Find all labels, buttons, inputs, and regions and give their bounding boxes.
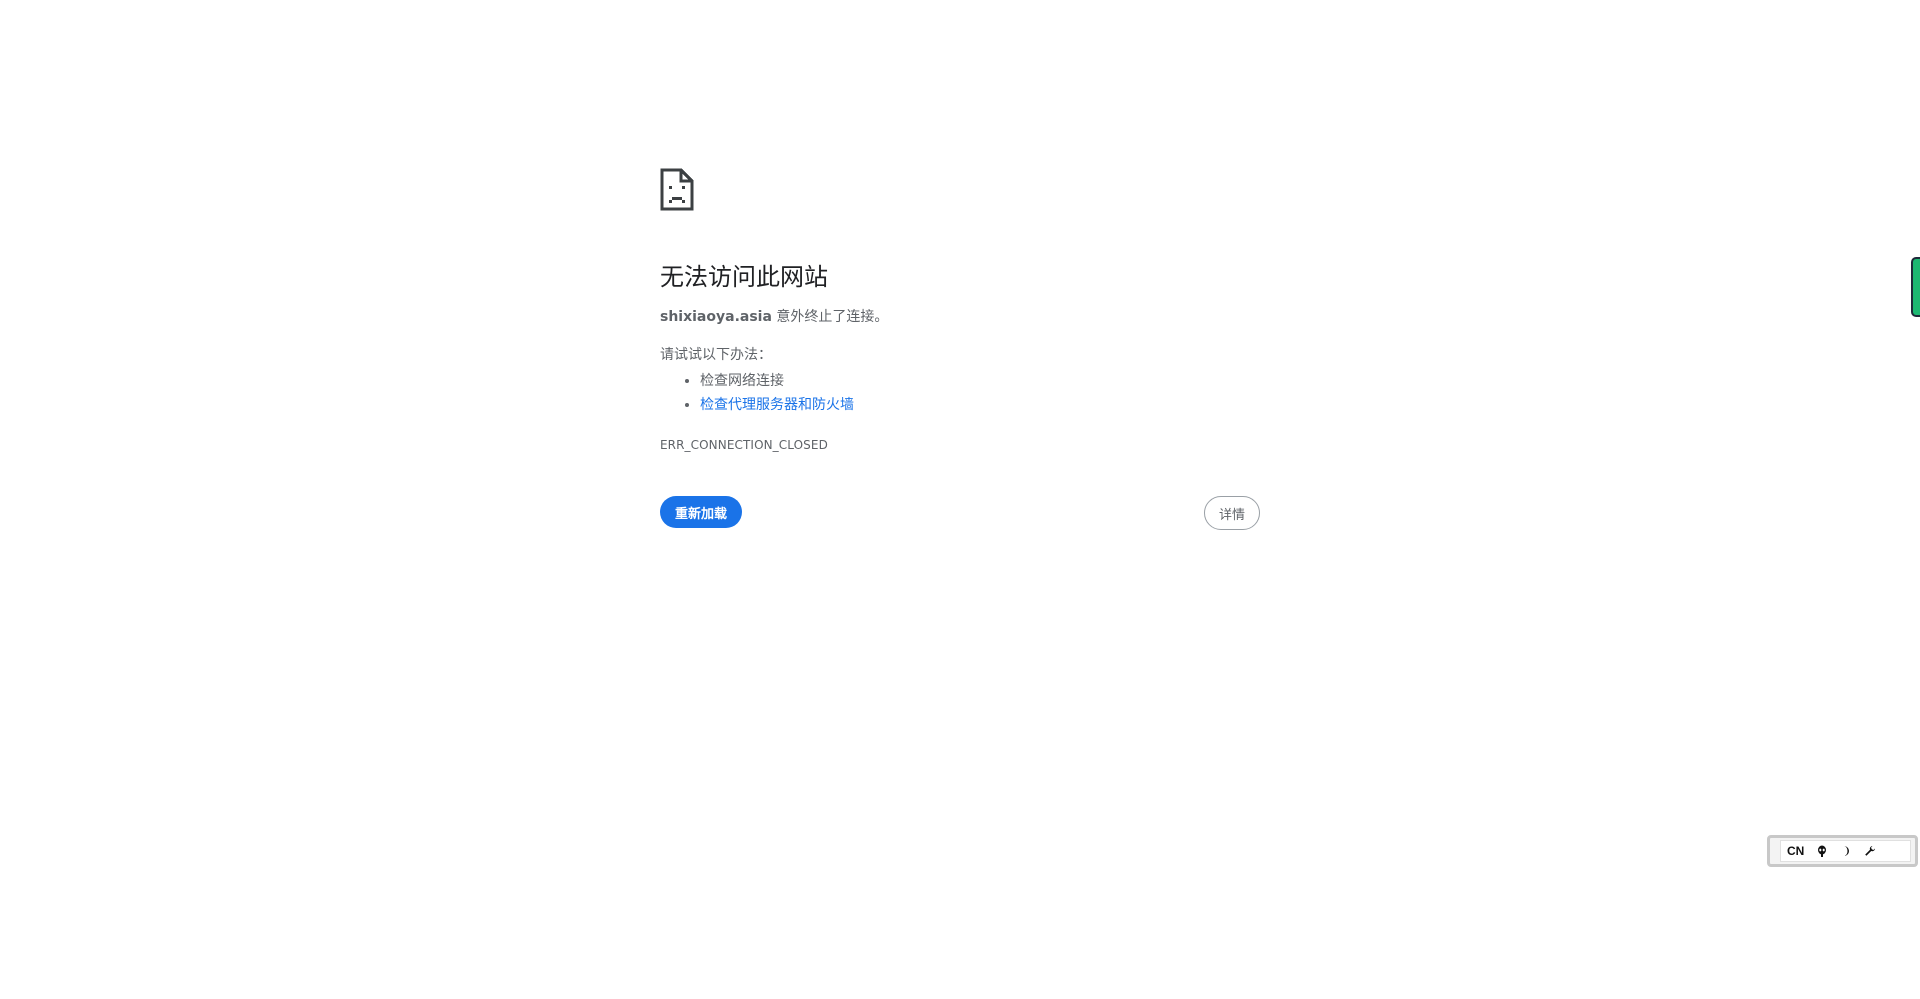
error-message: 意外终止了连接。 [771,309,889,325]
side-panel-handle[interactable] [1911,257,1920,317]
ime-language-indicator[interactable]: CN [1787,844,1804,858]
error-host: shixiaoya.asia [660,309,772,325]
suggestion-check-network: 检查网络连接 [700,373,784,389]
moon-icon[interactable] [1840,845,1852,857]
error-title: 无法访问此网站 [660,263,828,291]
suggestions-list: 检查网络连接 检查代理服务器和防火墙 [660,369,1260,417]
suggestion-item: 检查网络连接 [700,369,1260,393]
error-code: ERR_CONNECTION_CLOSED [660,438,828,452]
suggestions-heading: 请试试以下办法： [660,347,772,363]
alien-icon[interactable] [1816,845,1828,857]
reload-button[interactable]: 重新加载 [660,496,743,528]
error-panel: 无法访问此网站 shixiaoya.asia 意外终止了连接。 请试试以下办法：… [660,168,1260,532]
wrench-icon[interactable] [1864,845,1876,857]
ime-toolbar-inner: CN [1780,840,1911,862]
suggestion-check-proxy-link[interactable]: 检查代理服务器和防火墙 [700,397,854,413]
suggestion-item: 检查代理服务器和防火墙 [700,393,1260,417]
browser-error-page: 无法访问此网站 shixiaoya.asia 意外终止了连接。 请试试以下办法：… [0,0,1920,999]
details-button[interactable]: 详情 [1203,496,1260,530]
button-row: 重新加载 详情 [660,496,1260,532]
error-description: shixiaoya.asia 意外终止了连接。 [660,307,1260,327]
sad-document-icon [660,168,694,211]
ime-toolbar[interactable]: CN [1767,835,1918,867]
